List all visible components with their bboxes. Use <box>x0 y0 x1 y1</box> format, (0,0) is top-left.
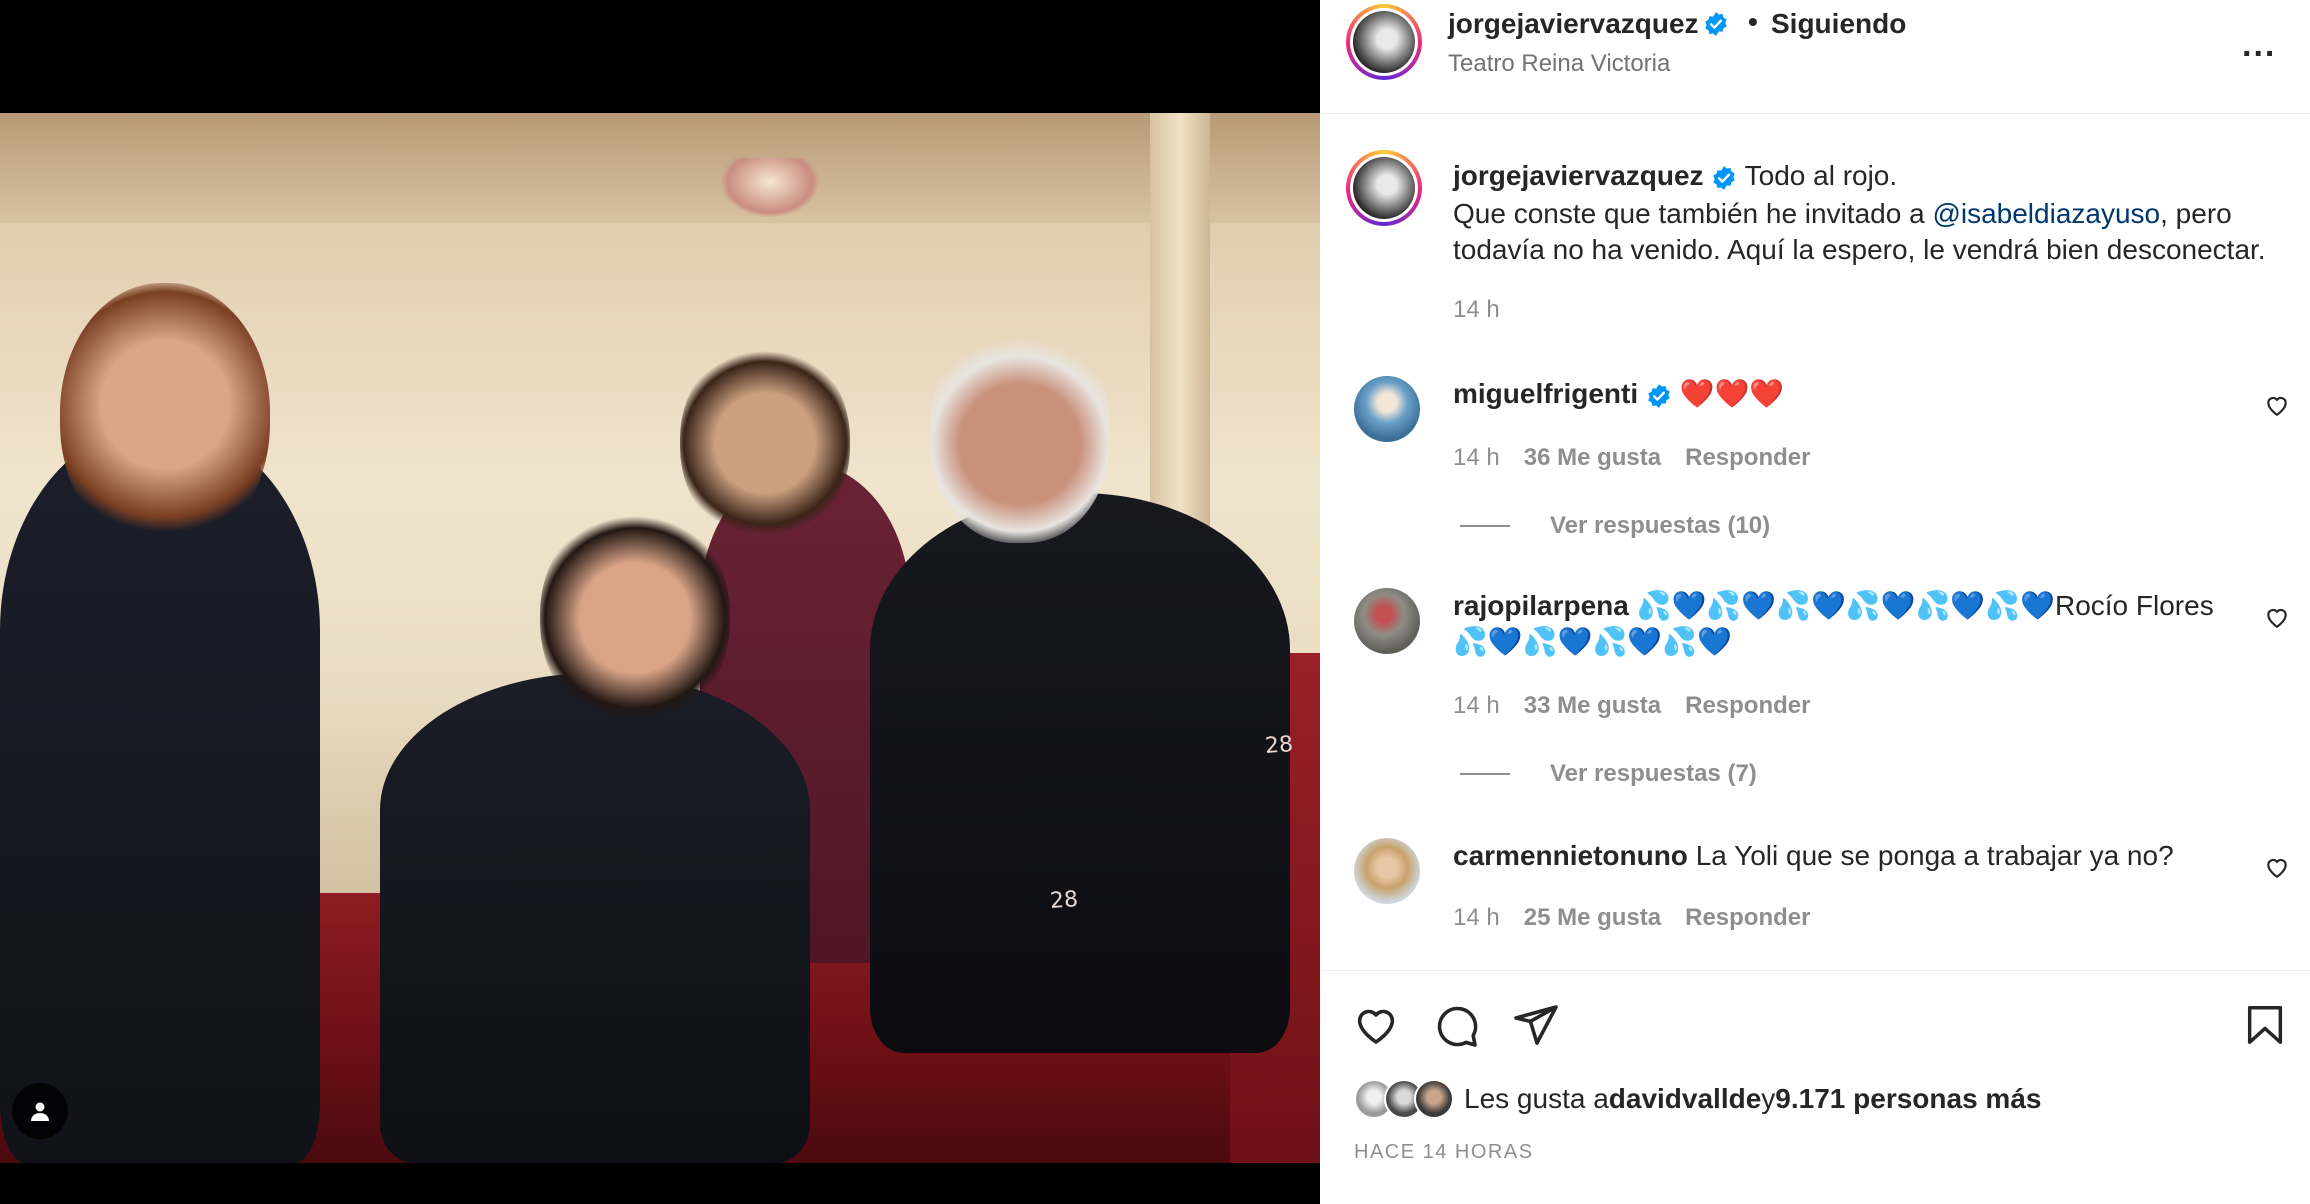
comment-icon <box>1437 1006 1478 1047</box>
commenter-username[interactable]: rajopilarpena <box>1453 590 1629 621</box>
reply-button[interactable]: Responder <box>1685 444 1810 471</box>
caption-body: Que conste que también he invitado a <box>1453 197 1933 229</box>
comment-content: Rocío Flores <box>2054 590 2214 621</box>
comment-text: rajopilarpena 💦💙💦💙💦💙💦💙💦💙💦💙Rocío Flores 💦… <box>1453 588 2233 660</box>
likes-middle: y <box>1761 1083 1776 1114</box>
caption-time[interactable]: 14 h <box>1453 296 1500 324</box>
view-replies-button[interactable]: Ver respuestas (7) <box>1460 760 1757 788</box>
bookmark-icon <box>2247 1006 2283 1044</box>
comment-content-emojis: 💦💙💦💙💦💙💦💙💦💙💦💙 <box>1636 589 2055 622</box>
comment-time[interactable]: 14 h <box>1453 444 1500 471</box>
seat-number-label: 28 <box>1264 732 1294 759</box>
like-button[interactable] <box>1352 1001 1400 1054</box>
following-button[interactable]: Siguiendo <box>1771 8 1906 40</box>
commenter-avatar[interactable] <box>1354 838 1420 904</box>
heart-icon <box>2267 608 2287 629</box>
heart-icon <box>2267 396 2287 417</box>
likes-summary: Les gusta a davidvallde y 9.171 personas… <box>1354 1079 2041 1119</box>
post-actions: Les gusta a davidvallde y 9.171 personas… <box>1320 970 2310 1204</box>
post-side-panel: jorgejaviervazquez • Siguiendo Teatro Re… <box>1320 0 2310 1204</box>
like-comment-button[interactable] <box>2264 392 2290 423</box>
comment-content: ❤️❤️❤️ <box>1679 377 1785 410</box>
photo-person-4-head <box>930 323 1110 543</box>
view-replies-label: Ver respuestas (7) <box>1550 760 1757 787</box>
caption-text: jorgejaviervazquez Todo al rojo. Que con… <box>1453 158 2283 268</box>
post-header: jorgejaviervazquez • Siguiendo Teatro Re… <box>1320 0 2310 114</box>
photo-person-2-head <box>540 508 730 728</box>
like-comment-button[interactable] <box>2264 854 2290 885</box>
photo-person-3-head <box>680 343 850 543</box>
photo-lamp <box>720 158 820 218</box>
heart-icon <box>2267 858 2287 879</box>
likers-avatars[interactable] <box>1354 1079 1464 1119</box>
mention-link[interactable]: @isabeldiazayuso <box>1932 198 2160 229</box>
user-icon <box>31 1102 49 1121</box>
comment-button[interactable] <box>1432 1001 1480 1054</box>
author-username[interactable]: jorgejaviervazquez <box>1448 8 1699 40</box>
caption-author-avatar[interactable] <box>1346 150 1422 226</box>
photo-person-1-head <box>60 283 270 553</box>
verified-badge-icon <box>1711 160 1737 196</box>
photo-ceiling <box>0 113 1320 223</box>
liker-username[interactable]: davidvallde <box>1609 1083 1762 1115</box>
comment-meta: 14 h 25 Me gusta Responder <box>1453 904 1834 932</box>
comment-likes[interactable]: 33 Me gusta <box>1524 692 1661 719</box>
post-photo: 28 28 <box>0 113 1320 1163</box>
view-replies-button[interactable]: Ver respuestas (10) <box>1460 512 1770 540</box>
seat-number-label: 28 <box>1049 887 1079 914</box>
reply-button[interactable]: Responder <box>1685 904 1810 931</box>
comment-content-emojis-2: 💦💙💦💙💦💙💦💙 <box>1453 625 1732 658</box>
commenter-username[interactable]: miguelfrigenti <box>1453 378 1638 409</box>
more-options-button[interactable]: ... <box>2242 26 2276 65</box>
commenter-username[interactable]: carmennietonuno <box>1453 840 1688 871</box>
verified-badge-icon <box>1703 11 1729 42</box>
like-comment-button[interactable] <box>2264 604 2290 635</box>
post-timestamp[interactable]: HACE 14 HORAS <box>1354 1141 1534 1164</box>
verified-badge-icon <box>1646 378 1672 414</box>
save-button[interactable] <box>2242 1001 2288 1054</box>
comment-likes[interactable]: 36 Me gusta <box>1524 444 1661 471</box>
comment-likes[interactable]: 25 Me gusta <box>1524 904 1661 931</box>
photo-person-2 <box>380 673 810 1163</box>
commenter-avatar[interactable] <box>1354 376 1420 442</box>
comment-text: carmennietonuno La Yoli que se ponga a t… <box>1453 838 2233 874</box>
photo-person-4 <box>870 493 1290 1053</box>
likes-prefix: Les gusta a <box>1464 1083 1609 1114</box>
tagged-users-button[interactable] <box>12 1083 68 1139</box>
send-icon <box>1514 1005 1558 1045</box>
comment-text: miguelfrigenti ❤️❤️❤️ <box>1453 376 2233 414</box>
share-button[interactable] <box>1512 1001 1560 1054</box>
post-media[interactable]: 28 28 <box>0 0 1320 1204</box>
commenter-avatar[interactable] <box>1354 588 1420 654</box>
comment-meta: 14 h 33 Me gusta Responder <box>1453 692 1834 720</box>
likes-count[interactable]: 9.171 personas más <box>1775 1083 2041 1115</box>
reply-button[interactable]: Responder <box>1685 692 1810 719</box>
comment-content: La Yoli que se ponga a trabajar ya no? <box>1695 840 2174 871</box>
caption-line-1: Todo al rojo. <box>1744 160 1898 191</box>
view-replies-label: Ver respuestas (10) <box>1550 512 1771 539</box>
caption-username[interactable]: jorgejaviervazquez <box>1453 160 1704 191</box>
comment-time[interactable]: 14 h <box>1453 692 1500 719</box>
location-link[interactable]: Teatro Reina Victoria <box>1448 50 1670 78</box>
header-separator: • <box>1748 6 1758 37</box>
comment-meta: 14 h 36 Me gusta Responder <box>1453 444 1834 472</box>
heart-icon <box>1357 1009 1395 1044</box>
author-avatar[interactable] <box>1346 4 1422 80</box>
comment-time[interactable]: 14 h <box>1453 904 1500 931</box>
